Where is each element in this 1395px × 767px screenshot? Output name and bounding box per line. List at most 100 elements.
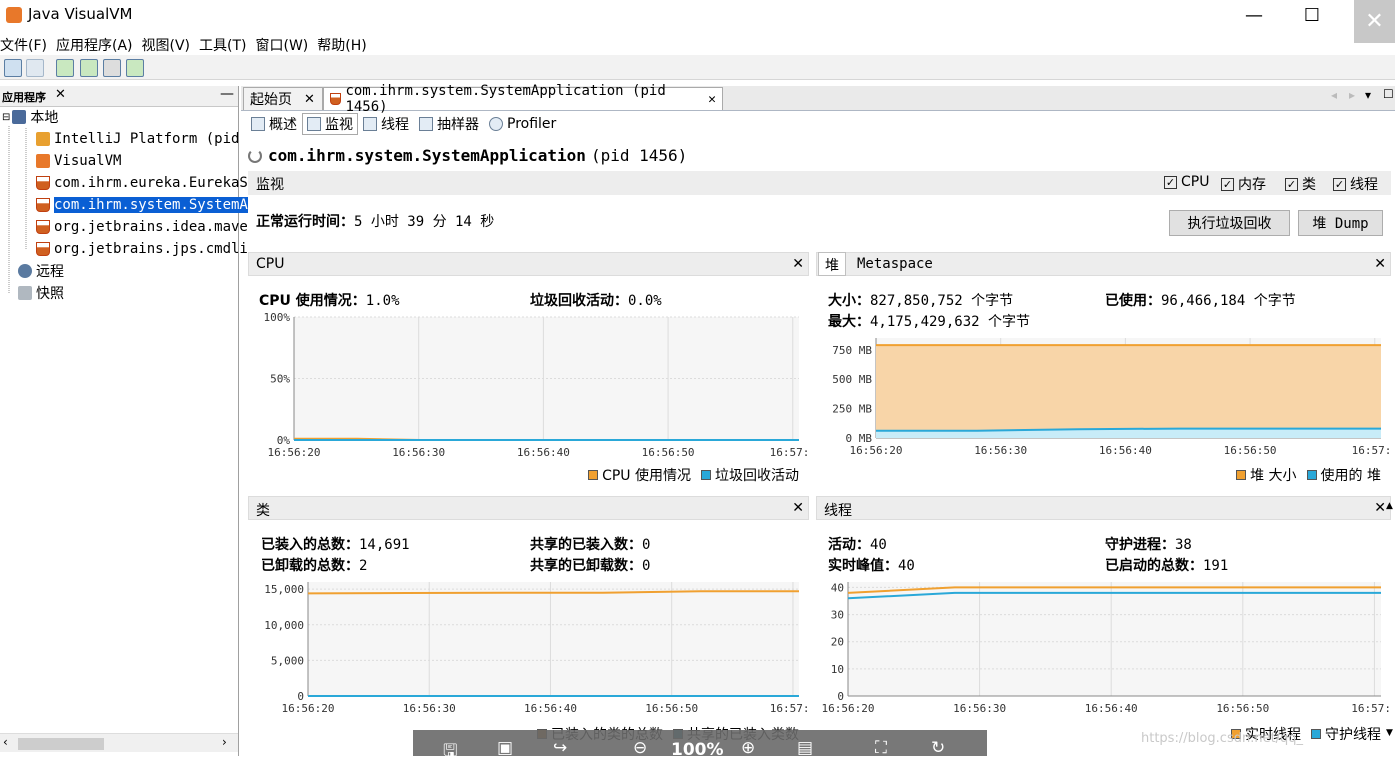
add-jmx-connection-icon[interactable] bbox=[56, 59, 74, 77]
menu-application[interactable]: 应用程序(A) bbox=[56, 33, 137, 55]
legend-swatch bbox=[1236, 470, 1247, 480]
page-title: com.ihrm.system.SystemApplication (pid 1… bbox=[248, 146, 687, 165]
threads-panel: 线程 ✕ 活动：40 守护进程：38 实时峰值：40 已启动的总数：191 40… bbox=[816, 496, 1391, 746]
add-core-dump-icon[interactable] bbox=[103, 59, 121, 77]
x-tick-label: 16:57:0 bbox=[770, 702, 809, 715]
close-icon[interactable]: ✕ bbox=[55, 87, 66, 102]
tab-profiler[interactable]: Profiler bbox=[484, 113, 561, 135]
scroll-left-icon[interactable]: ‹ bbox=[3, 735, 8, 749]
minimize-panel-icon[interactable]: — bbox=[220, 86, 234, 102]
heap-size: 大小：827,850,752 个字节 bbox=[828, 293, 1014, 309]
scroll-down-icon[interactable]: ▼ bbox=[1386, 728, 1393, 738]
scrollbar-thumb[interactable] bbox=[18, 738, 104, 750]
uptime: 正常运行时间：5 小时 39 分 14 秒 bbox=[256, 214, 495, 230]
add-remote-host-icon[interactable] bbox=[80, 59, 98, 77]
tab-system-application[interactable]: com.ihrm.system.SystemApplication (pid 1… bbox=[323, 83, 723, 115]
scroll-up-icon[interactable]: ▲ bbox=[1386, 501, 1393, 511]
checkbox-memory[interactable]: ✓ 内存 bbox=[1221, 174, 1266, 194]
tree-item-visualvm[interactable]: VisualVM bbox=[36, 151, 121, 171]
horizontal-scrollbar[interactable]: ‹ › bbox=[0, 733, 238, 752]
tree-item-system-app[interactable]: com.ihrm.system.SystemA bbox=[36, 195, 248, 215]
tree-item-idea-maven[interactable]: org.jetbrains.idea.mave bbox=[36, 217, 248, 237]
menu-view[interactable]: 视图(V) bbox=[142, 33, 195, 55]
maximize-tab-icon[interactable]: ☐ bbox=[1383, 87, 1394, 101]
fit-icon[interactable]: ▤ bbox=[797, 738, 813, 758]
x-tick-label: 16:56:50 bbox=[1224, 444, 1277, 457]
share-icon[interactable]: ↪ bbox=[553, 738, 567, 758]
tab-metaspace[interactable]: Metaspace bbox=[857, 256, 933, 272]
close-tab-icon[interactable]: ✕ bbox=[708, 92, 716, 107]
save-icon[interactable]: 🖫 bbox=[443, 738, 457, 767]
heap-dump-button[interactable]: 堆 Dump bbox=[1298, 210, 1383, 236]
y-tick-label: 250 MB bbox=[832, 403, 872, 416]
toolbar bbox=[0, 55, 1395, 80]
checkbox-classes[interactable]: ✓ 类 bbox=[1285, 174, 1316, 194]
load-snapshot-icon[interactable] bbox=[4, 59, 22, 77]
menu-window[interactable]: 窗口(W) bbox=[256, 33, 313, 55]
zoom-in-icon[interactable]: ⊕ bbox=[741, 738, 755, 758]
editor-tab-bar: 起始页 ✕ com.ihrm.system.SystemApplication … bbox=[241, 83, 1395, 115]
x-tick-label: 16:56:20 bbox=[282, 702, 335, 715]
menu-tools[interactable]: 工具(T) bbox=[199, 33, 250, 55]
tab-start-page[interactable]: 起始页 ✕ bbox=[243, 87, 323, 110]
watermark: https://blog.csdn.net/qq_ bbox=[1141, 731, 1304, 746]
perform-gc-button[interactable]: 执行垃圾回收 bbox=[1169, 210, 1290, 236]
classes-unloaded: 已卸载的总数：2 bbox=[261, 558, 368, 574]
threads-started: 已启动的总数：191 bbox=[1105, 558, 1229, 574]
fullscreen-icon[interactable]: ⛶ bbox=[875, 738, 887, 758]
scroll-right-icon[interactable]: › bbox=[222, 735, 227, 749]
tree-item-jps-cmdline[interactable]: org.jetbrains.jps.cmdli bbox=[36, 239, 248, 259]
threads-chart: 40302010016:56:20 16:56:30 16:56:40 16:56:5… bbox=[822, 581, 1391, 715]
cpu-legend: CPU 使用情况 垃圾回收活动 bbox=[578, 465, 799, 485]
shared-loaded: 共享的已装入数：0 bbox=[530, 537, 651, 553]
crop-icon[interactable]: ▣ bbox=[497, 738, 513, 758]
monitor-icon bbox=[307, 117, 321, 131]
vertical-scrollbar[interactable]: ▲ ▼ bbox=[1386, 495, 1395, 756]
y-tick-label: 100% bbox=[264, 312, 291, 324]
gc-activity: 垃圾回收活动：0.0% bbox=[530, 293, 662, 309]
tab-overview[interactable]: 概述 bbox=[246, 113, 302, 135]
image-viewer-toolbar: 🖫 ▣ ↪ ⊖ 100% ⊕ ▤ ⛶ ↻ bbox=[413, 730, 987, 761]
close-icon[interactable]: ✕ bbox=[1374, 500, 1386, 516]
menu-file[interactable]: 文件(F) bbox=[0, 33, 51, 55]
monitor-header: 监视 ✓ CPU ✓ 内存 ✓ 类 ✓ 线程 bbox=[248, 171, 1391, 195]
threads-live: 活动：40 bbox=[828, 537, 887, 553]
minimize-button[interactable]: — bbox=[1232, 0, 1276, 30]
x-tick-label: 16:56:20 bbox=[268, 446, 321, 459]
rotate-icon[interactable]: ↻ bbox=[931, 738, 945, 758]
x-tick-label: 16:56:20 bbox=[822, 702, 875, 715]
x-tick-label: 16:56:40 bbox=[517, 446, 570, 459]
tree-item-eureka[interactable]: com.ihrm.eureka.EurekaS bbox=[36, 173, 248, 193]
threads-icon bbox=[363, 117, 377, 131]
save-icon[interactable] bbox=[26, 59, 44, 77]
checkbox-threads[interactable]: ✓ 线程 bbox=[1333, 174, 1378, 194]
close-tab-icon[interactable]: ✕ bbox=[304, 92, 315, 107]
series-area bbox=[876, 345, 1381, 438]
x-tick-label: 16:56:40 bbox=[524, 702, 577, 715]
profiler-icon bbox=[489, 117, 503, 131]
add-snapshot-icon[interactable] bbox=[126, 59, 144, 77]
tab-scroll-right-icon[interactable]: ▸ bbox=[1349, 88, 1355, 102]
maximize-button[interactable]: ☐ bbox=[1290, 0, 1334, 30]
checkbox-cpu[interactable]: ✓ CPU bbox=[1164, 174, 1209, 190]
x-tick-label: 16:57:0 bbox=[1352, 444, 1391, 457]
y-tick-label: 50% bbox=[270, 373, 290, 386]
tree-item-intellij[interactable]: IntelliJ Platform (pid bbox=[36, 129, 239, 149]
zoom-out-icon[interactable]: ⊖ bbox=[633, 738, 647, 758]
close-button[interactable]: ✕ bbox=[1354, 0, 1395, 43]
tab-scroll-left-icon[interactable]: ◂ bbox=[1331, 88, 1337, 102]
threads-peak: 实时峰值：40 bbox=[828, 558, 915, 574]
close-icon[interactable]: ✕ bbox=[792, 500, 804, 516]
tab-heap[interactable]: 堆 bbox=[818, 252, 846, 276]
x-tick-label: 16:56:40 bbox=[1099, 444, 1152, 457]
x-tick-label: 16:56:50 bbox=[642, 446, 695, 459]
tab-list-icon[interactable]: ▾ bbox=[1365, 88, 1371, 102]
tab-monitor[interactable]: 监视 bbox=[302, 113, 358, 135]
close-icon[interactable]: ✕ bbox=[792, 256, 804, 272]
tab-threads[interactable]: 线程 bbox=[358, 113, 414, 135]
tab-sampler[interactable]: 抽样器 bbox=[414, 113, 484, 135]
legend-swatch bbox=[701, 470, 711, 480]
menu-help[interactable]: 帮助(H) bbox=[317, 33, 370, 55]
close-icon[interactable]: ✕ bbox=[1374, 256, 1386, 272]
x-tick-label: 16:56:20 bbox=[850, 444, 903, 457]
